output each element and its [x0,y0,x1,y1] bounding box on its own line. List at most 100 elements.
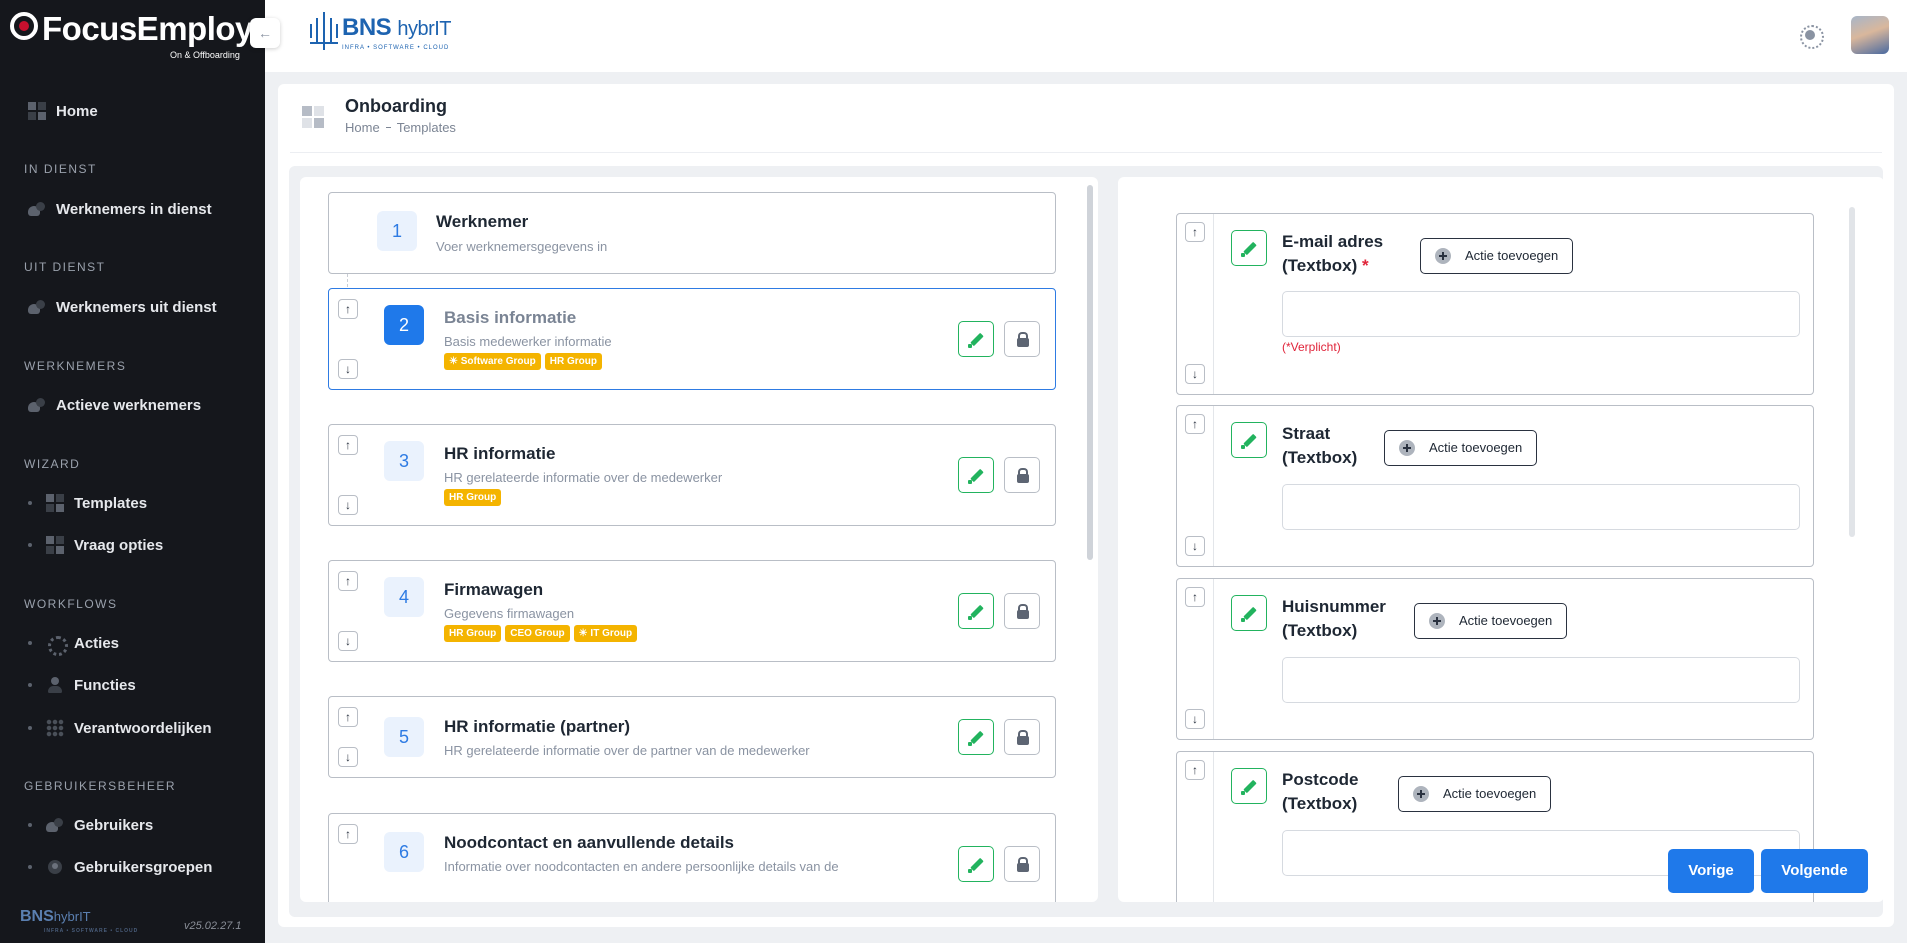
sidebar-item-vraag-opties[interactable]: Vraag opties [28,532,163,558]
step-title: HR informatie [444,444,556,463]
lock-step-button[interactable] [1004,846,1040,882]
move-down-button[interactable]: ↓ [338,495,358,515]
sidebar-item-actieve-werknemers[interactable]: Actieve werknemers [28,392,201,418]
field-label-name: Straat [1282,424,1331,443]
sidebar-item-verantwoordelijken[interactable]: Verantwoordelijken [28,715,212,741]
edit-step-button[interactable] [958,593,994,629]
fields-scrollbar[interactable] [1849,207,1855,537]
move-up-button[interactable]: ↑ [338,707,358,727]
step-card-1[interactable]: 1 Werknemer Voer werknemersgegevens in [328,192,1056,274]
step-number: 6 [384,832,424,872]
move-up-button[interactable]: ↑ [1185,222,1205,242]
step-title: Basis informatie [444,308,577,327]
field-label-type: (Textbox) [1282,794,1358,813]
huisnummer-field[interactable] [1282,657,1800,703]
app-version: v25.02.27.1 [184,920,242,932]
move-down-button[interactable]: ↓ [1185,709,1205,729]
move-up-button[interactable]: ↑ [1185,587,1205,607]
step-tags: ☀ Software Group HR Group [444,353,602,370]
grid-icon [46,536,64,554]
lock-step-button[interactable] [1004,457,1040,493]
brand[interactable]: FocusEmploy On & Offboarding [8,6,258,60]
steps-scrollbar[interactable] [1087,185,1093,560]
edit-field-button[interactable] [1231,422,1267,458]
step-card-5[interactable]: ↑ ↓ 5 HR informatie (partner) HR gerelat… [328,696,1056,778]
gear-icon [46,634,68,656]
plus-circle-icon [1399,440,1415,456]
step-card-4[interactable]: ↑ ↓ 4 Firmawagen Gegevens firmawagen HR … [328,560,1056,662]
sidebar-item-werknemers-uit-dienst[interactable]: Werknemers uit dienst [28,294,217,320]
step-tags: HR Group CEO Group ☀ IT Group [444,625,638,642]
sidebar-item-functies[interactable]: Functies [28,672,136,698]
move-down-button[interactable]: ↓ [338,747,358,767]
sidebar-item-label: Acties [74,634,120,652]
avatar[interactable] [1851,16,1889,54]
step-card-3[interactable]: ↑ ↓ 3 HR informatie HR gerelateerde info… [328,424,1056,526]
add-action-button[interactable]: Actie toevoegen [1420,238,1574,274]
plus-circle-icon [1413,786,1429,802]
move-down-button[interactable]: ↓ [1185,536,1205,556]
lock-step-button[interactable] [1004,719,1040,755]
dots-grid-icon [46,719,64,737]
bullet-icon [28,641,32,645]
sun-icon[interactable] [1799,24,1824,49]
step-title: Werknemer [436,212,529,231]
sidebar-item-gebruikers[interactable]: Gebruikers [28,812,153,838]
edit-field-button[interactable] [1231,230,1267,266]
step-number: 2 [384,305,424,345]
breadcrumb-home[interactable]: Home [345,120,380,135]
email-field[interactable] [1282,291,1800,337]
move-up-button[interactable]: ↑ [338,435,358,455]
page-title: Onboarding [345,96,447,116]
bns-hybrit-logo[interactable]: BNS hybrIT INFRA • SOFTWARE • CLOUD [310,10,460,56]
add-action-button[interactable]: Actie toevoegen [1384,430,1538,466]
step-tags: HR Group [444,489,502,506]
straat-field[interactable] [1282,484,1800,530]
add-action-button[interactable]: Actie toevoegen [1414,603,1568,639]
sidebar-collapse-button[interactable]: ← [250,18,280,48]
move-up-button[interactable]: ↑ [1185,760,1205,780]
edit-step-button[interactable] [958,719,994,755]
edit-field-button[interactable] [1231,768,1267,804]
sidebar-item-acties[interactable]: Acties [28,630,119,656]
next-button[interactable]: Volgende [1761,849,1868,893]
move-down-button[interactable]: ↓ [1185,364,1205,384]
field-card-email[interactable]: ↑ ↓ E-mail adres (Textbox) * Actie toevo… [1176,213,1814,395]
required-marker: * [1361,256,1369,275]
previous-button[interactable]: Vorige [1668,849,1754,893]
move-up-button[interactable]: ↑ [338,299,358,319]
move-down-button[interactable]: ↓ [338,631,358,651]
edit-step-button[interactable] [958,321,994,357]
field-card-huisnummer[interactable]: ↑ ↓ Huisnummer (Textbox) Actie toevoegen [1176,578,1814,740]
lock-step-button[interactable] [1004,321,1040,357]
bullet-icon [28,726,32,730]
field-label-name: E-mail adres [1282,232,1384,251]
tag-badge: ☀ Software Group [444,353,541,370]
step-card-2[interactable]: ↑ ↓ 2 Basis informatie Basis medewerker … [328,288,1056,390]
tag-badge: HR Group [444,625,502,642]
move-up-button[interactable]: ↑ [1185,414,1205,434]
edit-step-button[interactable] [958,846,994,882]
sidebar-item-label: Verantwoordelijken [74,719,212,737]
edit-step-button[interactable] [958,457,994,493]
lock-step-button[interactable] [1004,593,1040,629]
sidebar-item-label: Home [56,102,98,120]
step-description: HR gerelateerde informatie over de partn… [444,743,810,758]
edit-field-button[interactable] [1231,595,1267,631]
sidebar-item-gebruikersgroepen[interactable]: Gebruikersgroepen [28,854,212,880]
move-up-button[interactable]: ↑ [338,571,358,591]
move-down-button[interactable]: ↓ [338,359,358,379]
footer-logo-suffix: hybrIT [53,909,91,924]
step-number: 1 [377,211,417,251]
step-card-6[interactable]: ↑ 6 Noodcontact en aanvullende details I… [328,813,1056,902]
field-rail [1213,579,1214,739]
add-action-label: Actie toevoegen [1443,786,1537,801]
sidebar-item-home[interactable]: Home [28,98,98,124]
users-icon [28,396,46,414]
add-action-button[interactable]: Actie toevoegen [1398,776,1552,812]
field-card-straat[interactable]: ↑ ↓ Straat (Textbox) Actie toevoegen [1176,405,1814,567]
section-uit-dienst: UIT DIENST [24,260,106,274]
sidebar-item-werknemers-in-dienst[interactable]: Werknemers in dienst [28,196,212,222]
sidebar-item-templates[interactable]: Templates [28,490,147,516]
move-up-button[interactable]: ↑ [338,824,358,844]
